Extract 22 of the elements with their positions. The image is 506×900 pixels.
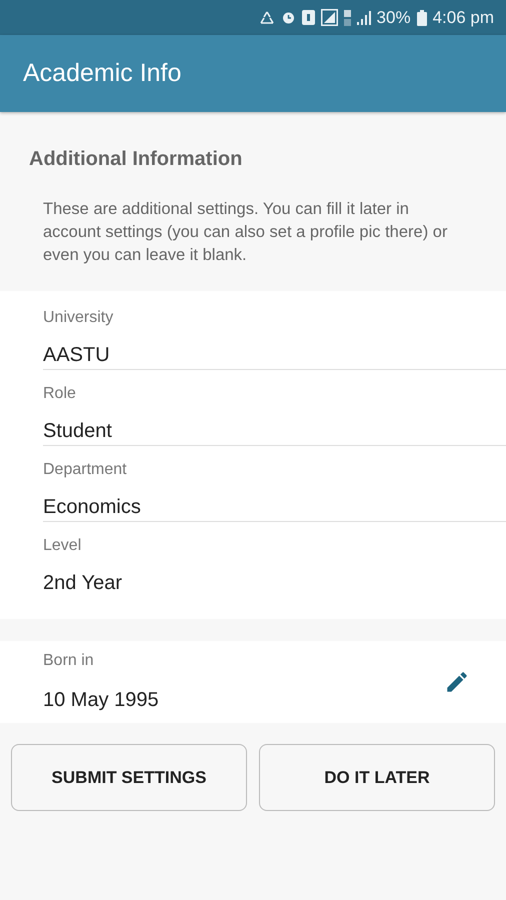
input-field[interactable]: Student bbox=[43, 419, 506, 446]
signal-icon bbox=[356, 10, 371, 24]
field-label: Department bbox=[43, 460, 128, 480]
sim-icon bbox=[302, 10, 315, 25]
alarm-icon bbox=[280, 10, 296, 25]
field-label: Born in bbox=[43, 651, 95, 671]
battery-icon bbox=[416, 10, 427, 26]
input-field[interactable]: Economics bbox=[43, 495, 506, 522]
input-field[interactable]: 2nd Year bbox=[43, 571, 506, 597]
later-button[interactable]: DO IT LATER bbox=[259, 744, 495, 811]
field-label: Level bbox=[43, 536, 82, 556]
submit-button[interactable]: SUBMIT SETTINGS bbox=[11, 744, 247, 811]
intro-text: These are additional settings. You can fill it later in account settings (you can also set a profile pic there) or even you can leave it blank. bbox=[42, 199, 448, 266]
section-heading: Additional Information bbox=[29, 147, 244, 172]
signal-box-icon bbox=[320, 9, 338, 26]
clock-time: 4:06 pm bbox=[432, 6, 494, 29]
date-value: 10 May 1995 bbox=[43, 688, 159, 713]
field-label: Role bbox=[43, 384, 77, 404]
field-label: University bbox=[43, 308, 114, 328]
input-field[interactable]: AASTU bbox=[43, 343, 506, 370]
battery-percent: 30% bbox=[376, 6, 411, 29]
app-title: Academic Info bbox=[23, 58, 182, 89]
